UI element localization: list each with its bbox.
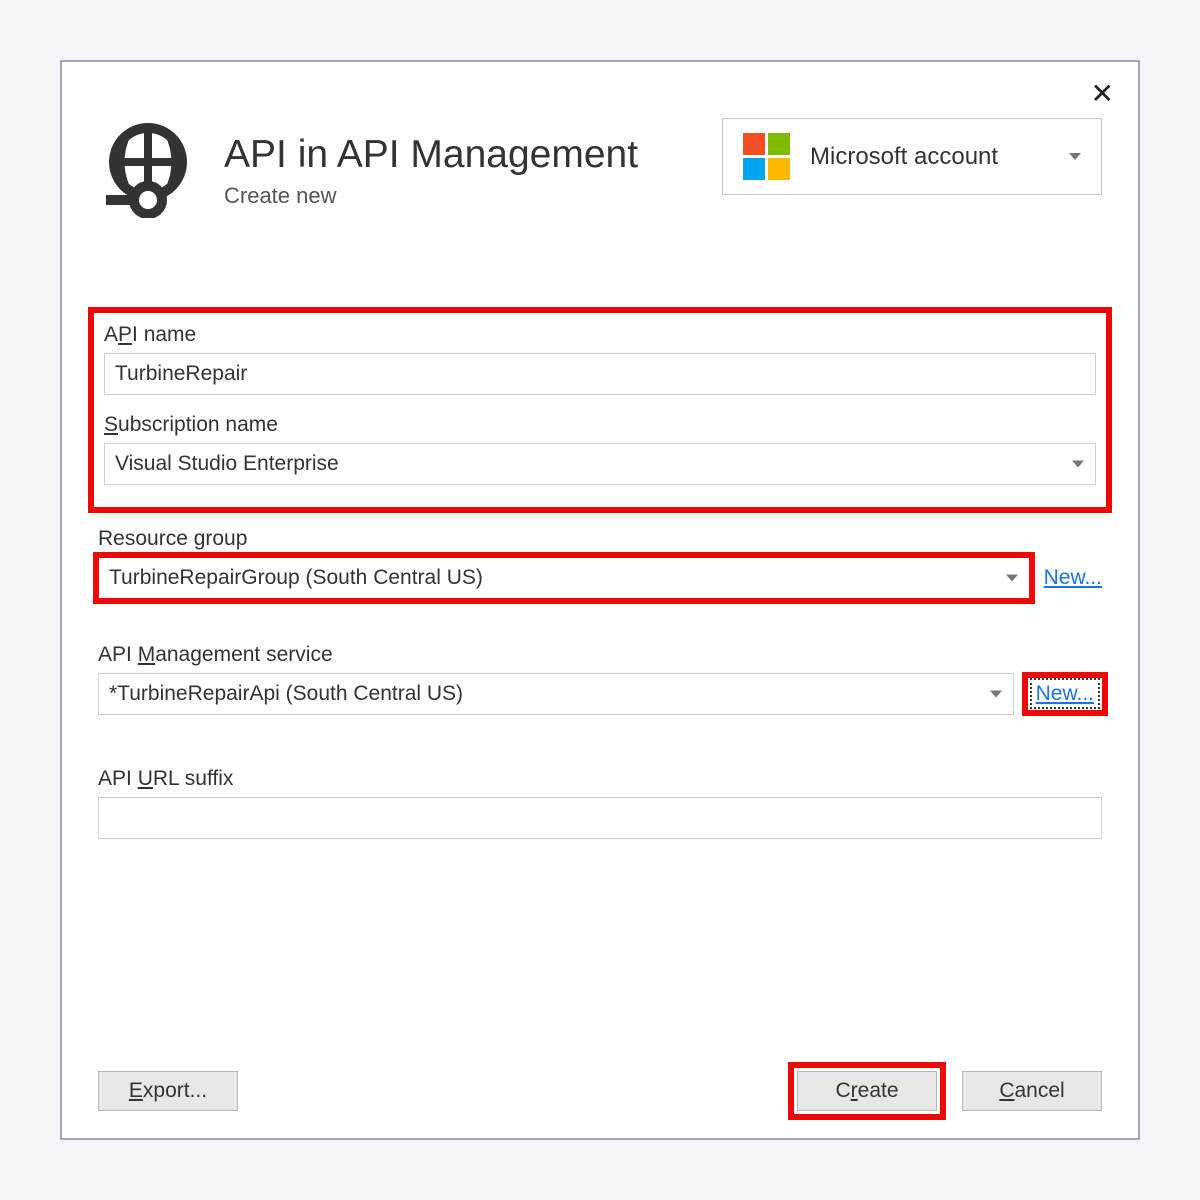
apim-service-combo[interactable] xyxy=(98,673,1014,715)
subscription-label: Subscription name xyxy=(104,413,1096,437)
account-dropdown[interactable]: Microsoft account xyxy=(722,118,1102,195)
account-label: Microsoft account xyxy=(810,143,998,171)
resource-group-group: Resource group New... xyxy=(98,527,1102,599)
resource-group-new-link[interactable]: New... xyxy=(1044,566,1102,590)
apim-service-label: API Management service xyxy=(98,643,1102,667)
apim-service-new-link[interactable]: New... xyxy=(1034,682,1096,705)
url-suffix-group: API URL suffix xyxy=(98,767,1102,839)
api-globe-icon xyxy=(98,118,198,223)
create-button[interactable]: Create xyxy=(797,1071,937,1111)
export-button[interactable]: Export... xyxy=(98,1071,238,1111)
highlight-api-and-subscription: API name Subscription name xyxy=(94,313,1106,507)
highlight-apim-new: New... xyxy=(1028,678,1102,710)
url-suffix-input[interactable] xyxy=(98,797,1102,839)
dialog-header: API in API Management Create new Microso… xyxy=(98,118,1102,223)
button-row: Export... Create Cancel xyxy=(98,1068,1102,1114)
form-area: API name Subscription name Resource grou… xyxy=(98,313,1102,839)
resource-group-label: Resource group xyxy=(98,527,1102,551)
highlight-create-button: Create xyxy=(794,1068,940,1114)
apim-service-group: API Management service New... xyxy=(98,643,1102,715)
resource-group-value[interactable] xyxy=(98,557,1030,599)
title-block: API in API Management Create new xyxy=(98,118,638,223)
dialog-subtitle: Create new xyxy=(224,183,638,209)
microsoft-logo-icon xyxy=(743,133,790,180)
url-suffix-label: API URL suffix xyxy=(98,767,1102,791)
subscription-group: Subscription name xyxy=(104,413,1096,485)
api-name-label: API name xyxy=(104,323,1096,347)
cancel-button[interactable]: Cancel xyxy=(962,1071,1102,1111)
subscription-combo[interactable] xyxy=(104,443,1096,485)
resource-group-combo[interactable] xyxy=(98,557,1030,599)
api-name-input[interactable] xyxy=(104,353,1096,395)
chevron-down-icon xyxy=(1069,153,1081,160)
api-name-group: API name xyxy=(104,323,1096,395)
close-icon[interactable]: ✕ xyxy=(1091,80,1114,108)
subscription-value[interactable] xyxy=(104,443,1096,485)
apim-service-value[interactable] xyxy=(98,673,1014,715)
dialog-title: API in API Management xyxy=(224,133,638,177)
dialog-container: ✕ API in API Management Cre xyxy=(60,60,1140,1140)
